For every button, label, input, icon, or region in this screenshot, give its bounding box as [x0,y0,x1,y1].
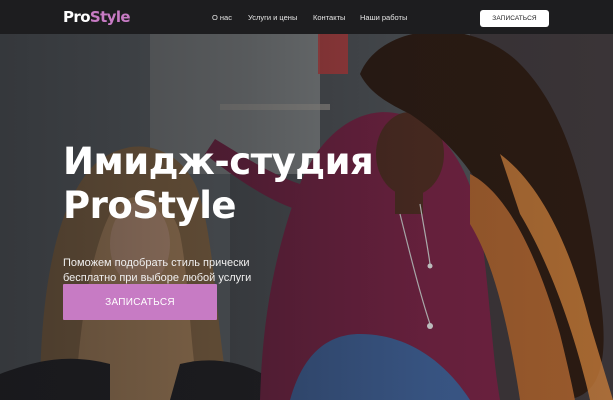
hero-title: Имидж-студия ProStyle [63,140,443,228]
hero-section: Имидж-студия ProStyle Поможем подобрать … [0,34,613,400]
nav-link-works[interactable]: Наши работы [360,13,407,23]
logo[interactable]: ProStyle [63,8,131,26]
nav-link-contacts[interactable]: Контакты [313,13,345,23]
logo-text-pro: Pro [63,8,91,26]
hero-title-line-2: ProStyle [63,184,237,227]
hero-subtitle-line-1: Поможем подобрать стиль прически [63,257,250,269]
header-signup-button[interactable]: ЗАПИСАТЬСЯ [480,10,549,27]
nav-link-about[interactable]: О нас [212,13,232,23]
logo-text-style: Style [89,8,131,26]
hero-subtitle: Поможем подобрать стиль прически бесплат… [63,256,283,286]
nav-link-services[interactable]: Услуги и цены [248,13,297,23]
hero-title-line-1: Имидж-студия [63,140,374,183]
site-header: ProStyle О нас Услуги и цены Контакты На… [0,0,613,34]
hero-signup-button[interactable]: ЗАПИСАТЬСЯ [63,284,217,320]
